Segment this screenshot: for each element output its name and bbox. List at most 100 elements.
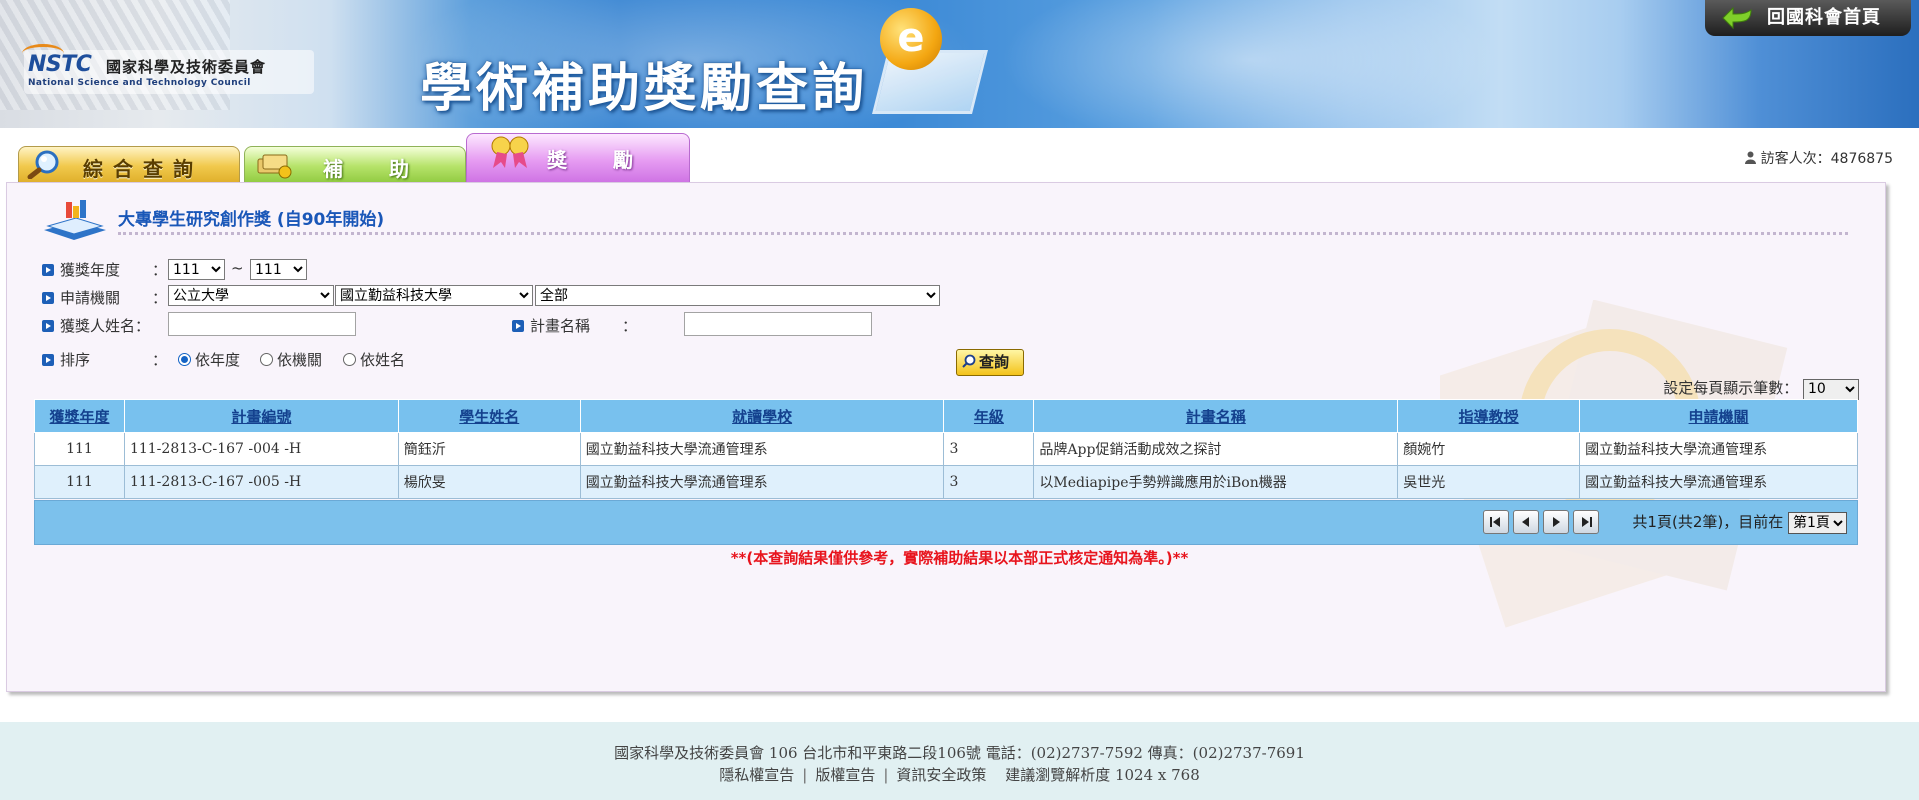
project-name-input[interactable] [684, 312, 872, 336]
results-table: 獲獎年度 計畫編號 學生姓名 就讀學校 年級 計畫名稱 指導教授 申請機關 11… [34, 399, 1858, 499]
per-page-label: 設定每頁顯示筆數： [1663, 379, 1799, 397]
table-row: 111 111-2813-C-167 -005 -H 楊欣旻 國立勤益科技大學流… [34, 465, 1858, 499]
cell-project-no: 111-2813-C-167 -005 -H [123, 465, 399, 499]
per-page-select[interactable]: 10 [1803, 378, 1859, 400]
year-label: 獲獎年度 [60, 261, 121, 279]
magnifier-globe-icon [27, 150, 59, 179]
book-stack-icon [44, 200, 106, 240]
radio-empty-icon [343, 353, 356, 366]
col-grade[interactable]: 年級 [943, 399, 1035, 433]
cell-project-name: 品牌App促銷活動成效之探討 [1033, 432, 1399, 466]
page-root: NSTC 國家科學及技術委員會 National Science and Tec… [0, 0, 1919, 800]
last-page-button[interactable] [1573, 510, 1599, 534]
col-project-no[interactable]: 計畫編號 [123, 399, 399, 433]
year-from-select[interactable]: 111 [168, 259, 225, 280]
arrow-bullet-icon [42, 320, 54, 332]
cell-student-name: 楊欣旻 [397, 465, 581, 499]
cell-institution: 國立勤益科技大學流通管理系 [1579, 465, 1858, 499]
tab-label: 綜合查詢 [83, 157, 203, 181]
query-button[interactable]: 查詢 [956, 349, 1024, 376]
privacy-link[interactable]: 隱私權宣告 [719, 766, 794, 784]
prev-page-icon [1522, 517, 1529, 527]
last-page-icon [1582, 517, 1592, 527]
tab-label: 獎勵 [547, 148, 679, 172]
cell-advisor: 吳世光 [1397, 465, 1581, 499]
pager-summary-text: 共1頁(共2筆)，目前在 [1632, 513, 1784, 531]
year-to-select[interactable]: 111 [250, 259, 307, 280]
sort-by-institution-radio[interactable]: 依機關 [260, 349, 322, 370]
logo-english-name: National Science and Technology Council [28, 78, 251, 88]
footer-address: 國家科學及技術委員會 106 台北市和平東路二段106號 電話：(02)2737… [614, 744, 1305, 762]
section-title: 大專學生研究創作獎 (自90年開始) [118, 210, 385, 230]
institution-type-select[interactable]: 公立大學 [168, 285, 334, 306]
dotted-divider [118, 232, 1848, 235]
resolution-note: 建議瀏覽解析度 1024 x 768 [1005, 766, 1200, 784]
home-button[interactable]: 回國科會首頁 [1705, 0, 1911, 36]
nstc-logo[interactable]: NSTC 國家科學及技術委員會 National Science and Tec… [21, 44, 314, 94]
search-icon [962, 354, 976, 368]
sort-by-name-radio[interactable]: 依姓名 [343, 349, 405, 370]
col-student-name[interactable]: 學生姓名 [397, 399, 581, 433]
col-advisor[interactable]: 指導教授 [1397, 399, 1581, 433]
sort-label: 排序 [60, 351, 91, 369]
arrow-bullet-icon [42, 354, 54, 366]
disclaimer-notice: **(本查詢結果僅供參考，實際補助結果以本部正式核定通知為準。)** [730, 549, 1189, 567]
tab-award[interactable]: 獎勵 [466, 133, 690, 182]
logo-mark: NSTC [21, 44, 92, 77]
cell-project-no: 111-2813-C-167 -004 -H [123, 432, 399, 466]
radio-selected-icon [178, 353, 191, 366]
col-project-name[interactable]: 計畫名稱 [1033, 399, 1399, 433]
home-button-label: 回國科會首頁 [1767, 7, 1881, 28]
copyright-link[interactable]: 版權宣告 [815, 766, 875, 784]
awardee-name-label: 獲獎人姓名： [60, 317, 151, 335]
e-globe-icon: e [880, 8, 942, 70]
cell-institution: 國立勤益科技大學流通管理系 [1579, 432, 1858, 466]
person-icon [1744, 151, 1756, 164]
arrow-bullet-icon [512, 320, 524, 332]
return-arrow-icon [1722, 6, 1752, 30]
tab-label: 補助 [323, 157, 455, 181]
col-school[interactable]: 就讀學校 [579, 399, 945, 433]
department-select[interactable]: 全部 [535, 285, 940, 306]
radio-empty-icon [260, 353, 273, 366]
pager-summary: 共1頁(共2筆)，目前在 第1頁 [1632, 511, 1847, 534]
prev-page-button[interactable] [1513, 510, 1539, 534]
project-name-label: 計畫名稱 [530, 317, 591, 335]
footer: 國家科學及技術委員會 106 台北市和平東路二段106號 電話：(02)2737… [0, 722, 1919, 800]
school-select[interactable]: 國立勤益科技大學 [335, 285, 533, 306]
visitor-count: 訪客人次：4876875 [1760, 151, 1893, 167]
cell-advisor: 顏婉竹 [1397, 432, 1581, 466]
col-institution[interactable]: 申請機關 [1579, 399, 1858, 433]
header-banner: NSTC 國家科學及技術委員會 National Science and Tec… [0, 0, 1919, 128]
cell-project-name: 以Mediapipe手勢辨識應用於iBon機器 [1033, 465, 1399, 499]
cell-student-name: 簡鈺沂 [397, 432, 581, 466]
logo-chinese-name: 國家科學及技術委員會 [106, 58, 267, 76]
awardee-name-input[interactable] [168, 312, 356, 336]
cell-award-year: 111 [34, 432, 125, 466]
tab-grant[interactable]: 補助 [244, 146, 466, 182]
next-page-icon [1553, 517, 1560, 527]
first-page-icon [1490, 517, 1500, 527]
query-button-label: 查詢 [979, 353, 1010, 371]
first-page-button[interactable] [1483, 510, 1509, 534]
visitor-counter: 訪客人次：4876875 [1744, 148, 1893, 168]
cell-grade: 3 [943, 432, 1035, 466]
institution-label: 申請機關 [60, 289, 121, 307]
sort-by-year-radio[interactable]: 依年度 [178, 349, 240, 370]
cell-award-year: 111 [34, 465, 125, 499]
pager-bar: 共1頁(共2筆)，目前在 第1頁 [34, 500, 1858, 545]
col-award-year[interactable]: 獲獎年度 [34, 399, 125, 433]
table-row: 111 111-2813-C-167 -004 -H 簡鈺沂 國立勤益科技大學流… [34, 432, 1858, 466]
cell-school: 國立勤益科技大學流通管理系 [579, 465, 945, 499]
site-title: 學術補助獎勵查詢 [420, 59, 869, 119]
award-ribbon-icon [491, 136, 529, 168]
tab-comprehensive-search[interactable]: 綜合查詢 [18, 146, 240, 182]
per-page-setting: 設定每頁顯示筆數： 10 [1663, 377, 1859, 400]
security-policy-link[interactable]: 資訊安全政策 [896, 766, 986, 784]
arrow-bullet-icon [42, 264, 54, 276]
money-icon [257, 154, 292, 179]
cell-grade: 3 [943, 465, 1035, 499]
page-select[interactable]: 第1頁 [1788, 512, 1847, 534]
next-page-button[interactable] [1543, 510, 1569, 534]
table-header-row: 獲獎年度 計畫編號 學生姓名 就讀學校 年級 計畫名稱 指導教授 申請機關 [34, 399, 1858, 433]
